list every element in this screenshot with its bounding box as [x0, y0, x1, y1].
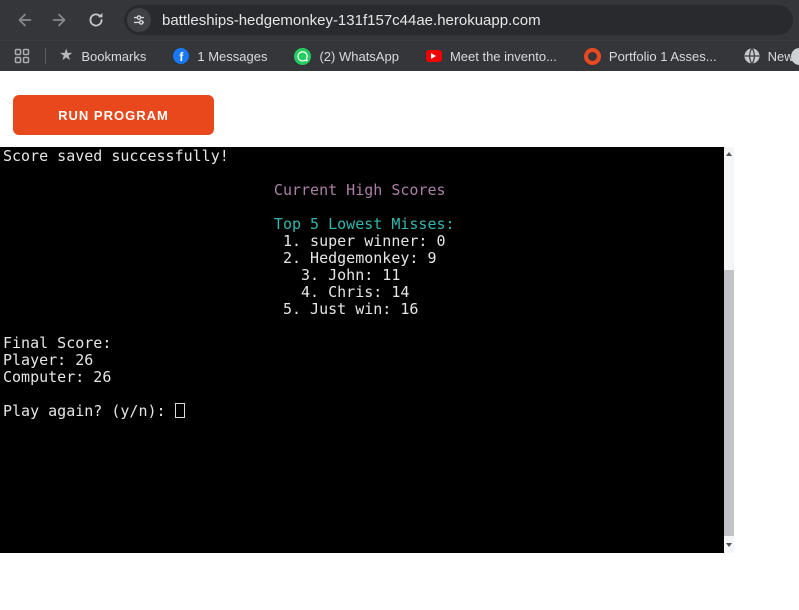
apps-button[interactable] — [12, 46, 32, 66]
bookmark-label: Meet the invento... — [449, 48, 557, 64]
apps-grid-icon — [14, 48, 30, 64]
run-program-button[interactable]: RUN PROGRAM — [13, 95, 214, 135]
terminal-line: Player: 26 — [3, 351, 94, 369]
bookmark-item-bookmarks[interactable]: ★ Bookmarks — [59, 48, 146, 64]
reload-icon — [89, 12, 103, 27]
terminal-line: Computer: 26 — [3, 368, 112, 386]
bookmarks-separator — [45, 48, 46, 64]
terminal-line: Current High Scores — [3, 181, 446, 199]
terminal-line: Top 5 Lowest Misses: — [3, 215, 455, 233]
bookmark-label: Portfolio 1 Asses... — [608, 48, 717, 64]
bookmark-label: 1 Messages — [197, 48, 268, 64]
bookmark-item-youtube[interactable]: Meet the invento... — [425, 48, 557, 64]
star-icon: ★ — [59, 47, 74, 64]
bookmark-item-whatsapp[interactable]: (2) WhatsApp — [294, 47, 399, 65]
terminal-scrollbar[interactable] — [724, 147, 734, 553]
address-bar[interactable]: battleships-hedgemonkey-131f157c44ae.her… — [124, 5, 793, 35]
terminal-line: 5. Just win: 16 — [3, 300, 419, 318]
terminal-line: 3. John: 11 — [3, 266, 401, 284]
terminal-line: 1. super winner: 0 — [3, 232, 446, 250]
scrollbar-down-button[interactable] — [724, 537, 734, 553]
page-content: RUN PROGRAM Score saved successfully! Cu… — [0, 71, 799, 610]
scrollbar-up-button[interactable] — [724, 147, 734, 161]
forward-button[interactable] — [44, 4, 76, 36]
terminal-output[interactable]: Score saved successfully! Current High S… — [0, 147, 724, 553]
globe-icon — [744, 48, 760, 64]
facebook-icon: f — [173, 48, 190, 64]
scrollbar-thumb[interactable] — [724, 270, 734, 536]
terminal-line: Final Score: — [3, 334, 112, 352]
url-text: battleships-hedgemonkey-131f157c44ae.her… — [162, 11, 541, 29]
terminal-cursor — [174, 403, 185, 418]
bookmark-label: Bookmarks — [81, 48, 147, 64]
site-settings-button[interactable] — [127, 8, 151, 32]
tune-icon — [134, 15, 144, 25]
reload-button[interactable] — [80, 4, 112, 36]
orange-ring-icon — [583, 47, 601, 65]
browser-toolbar: battleships-hedgemonkey-131f157c44ae.her… — [0, 0, 799, 40]
terminal-line: 2. Hedgemonkey: 9 — [3, 249, 437, 267]
terminal-line: Score saved successfully! — [3, 147, 229, 165]
scroll-down-arrow-icon — [726, 543, 732, 547]
whatsapp-icon — [294, 47, 312, 65]
scroll-up-arrow-icon — [726, 152, 732, 156]
forward-arrow-icon — [52, 13, 66, 27]
back-arrow-icon — [18, 13, 32, 27]
youtube-icon — [425, 50, 442, 62]
bookmark-item-messages[interactable]: f 1 Messages — [173, 48, 267, 64]
terminal-line: 4. Chris: 14 — [3, 283, 410, 301]
terminal-line: Play again? (y/n): — [3, 403, 724, 420]
bookmark-item-portfolio[interactable]: Portfolio 1 Asses... — [583, 47, 717, 65]
back-button[interactable] — [8, 4, 40, 36]
terminal-container: Score saved successfully! Current High S… — [0, 147, 734, 553]
bookmark-label: (2) WhatsApp — [319, 48, 399, 64]
bookmarks-bar: ★ Bookmarks f 1 Messages (2) WhatsApp Me… — [0, 40, 799, 71]
